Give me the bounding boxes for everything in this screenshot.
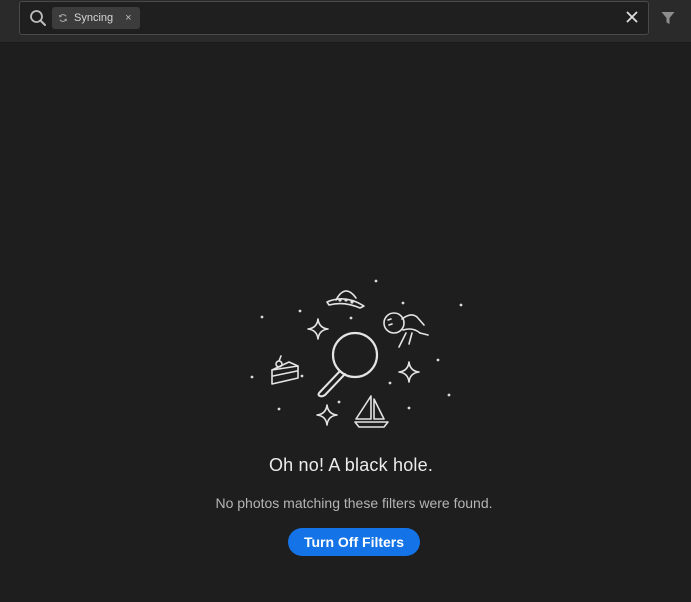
turn-off-filters-button[interactable]: Turn Off Filters (288, 528, 420, 556)
black-hole-space-illustration (250, 279, 463, 428)
filter-chip-syncing[interactable]: Syncing × (52, 7, 140, 29)
empty-state-title: Oh no! A black hole. (268, 455, 434, 475)
ufo-icon (326, 290, 365, 309)
sailboat-icon (354, 395, 389, 428)
close-icon[interactable] (624, 9, 640, 25)
search-input[interactable]: Syncing × (19, 1, 649, 35)
filter-funnel-icon[interactable] (660, 10, 676, 26)
search-icon (30, 10, 46, 26)
top-toolbar: Syncing × (0, 0, 691, 43)
empty-state-message: No photos matching these filters were fo… (215, 495, 493, 511)
filter-chip-label: Syncing (74, 12, 114, 24)
star-dots (250, 279, 463, 411)
sparkle-icon (307, 318, 329, 340)
sync-icon (58, 14, 68, 22)
sparkle-icon (316, 404, 338, 426)
magnifying-glass-icon (317, 331, 379, 398)
sparkle-icon (398, 361, 420, 383)
cake-slice-icon (271, 355, 299, 385)
astronaut-icon (383, 312, 429, 348)
filter-chip-remove-button[interactable]: × (125, 12, 131, 24)
